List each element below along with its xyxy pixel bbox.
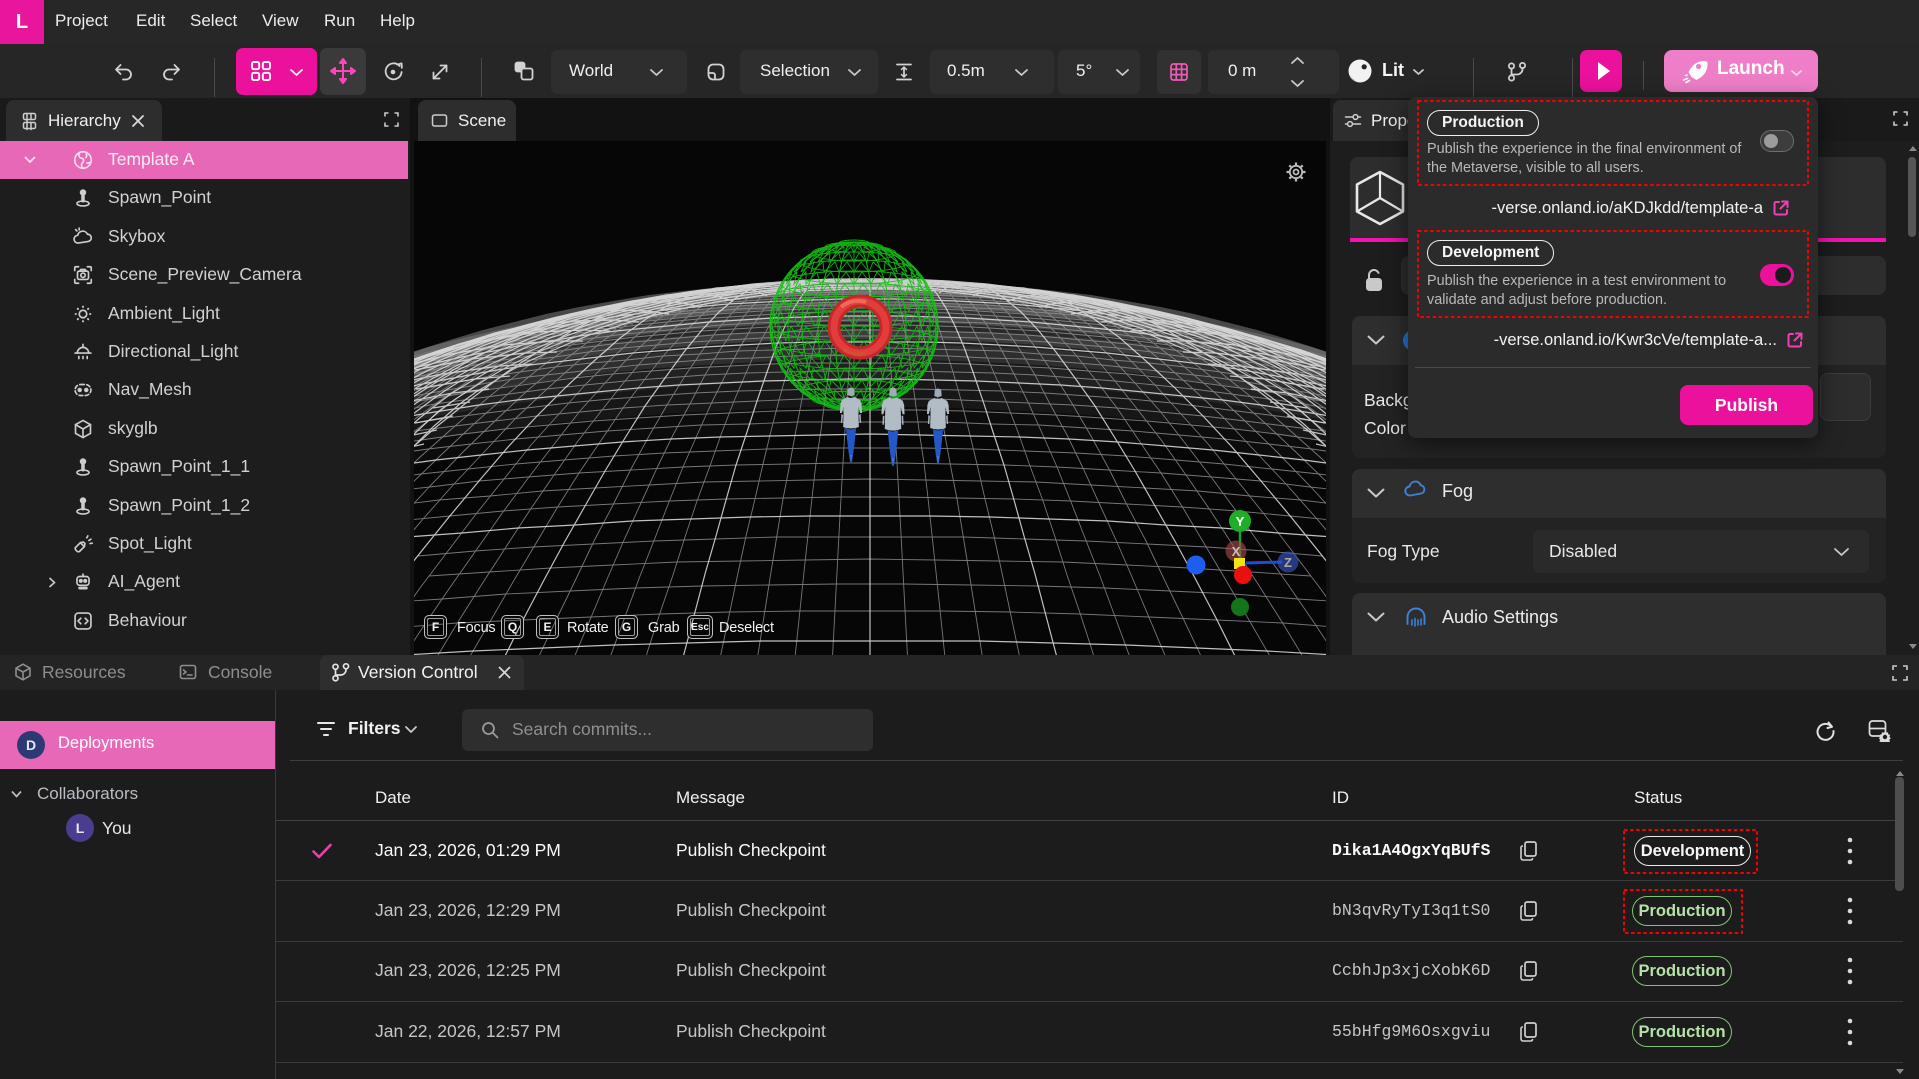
svg-text:X: X bbox=[1232, 544, 1241, 559]
svg-text:Z: Z bbox=[1284, 555, 1292, 570]
svg-text:Y: Y bbox=[1236, 514, 1245, 529]
